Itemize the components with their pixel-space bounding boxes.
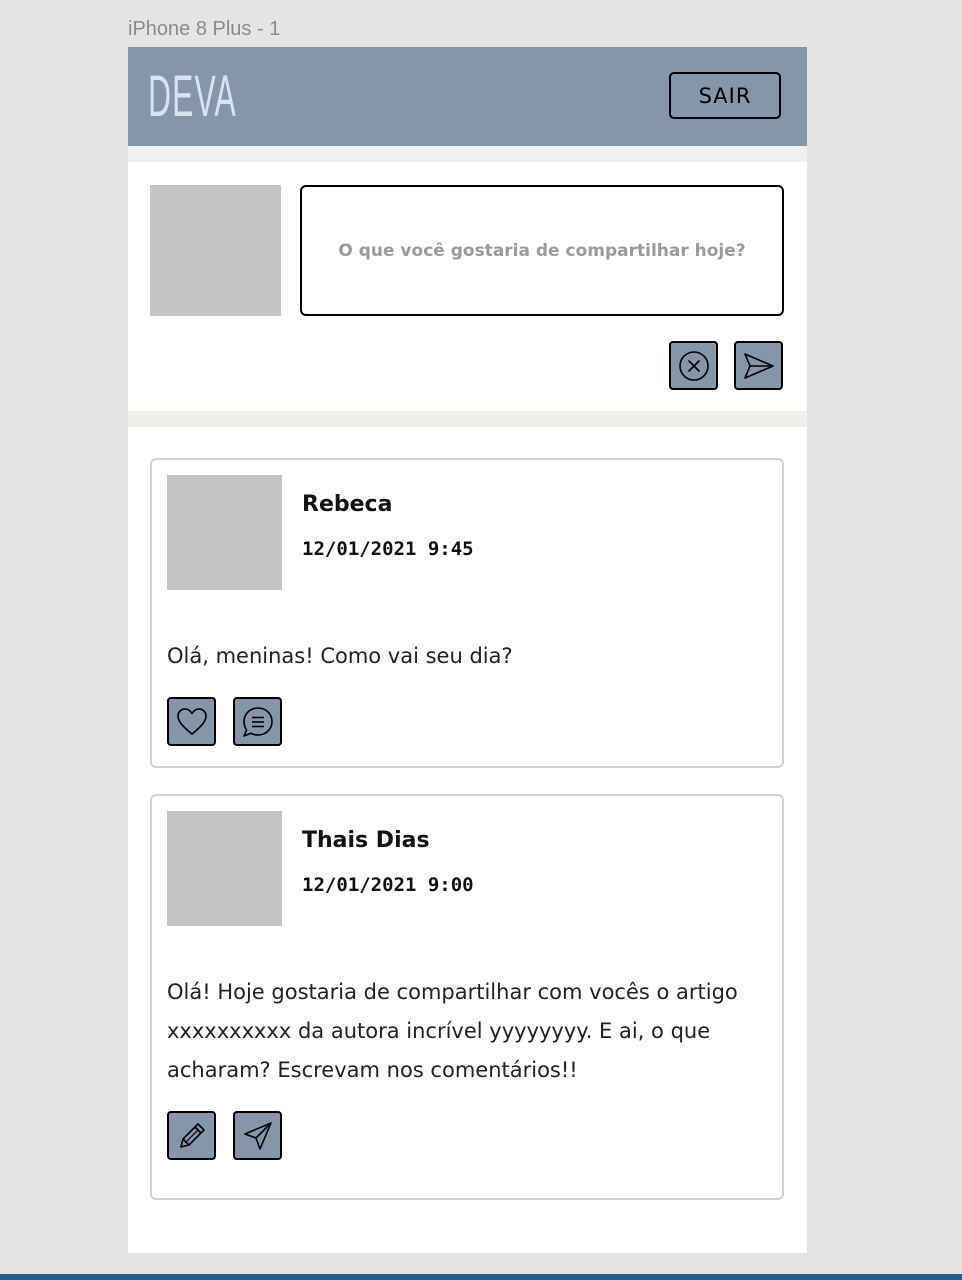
comment-button[interactable] xyxy=(233,697,282,746)
composer-input[interactable]: O que você gostaria de compartilhar hoje… xyxy=(300,185,784,316)
composer-avatar xyxy=(150,185,281,316)
window-bottom-bar xyxy=(0,1274,962,1280)
post-avatar xyxy=(167,475,282,590)
share-button[interactable] xyxy=(233,1111,282,1160)
logout-button[interactable]: SAIR xyxy=(669,72,781,119)
cancel-post-button[interactable] xyxy=(669,341,718,390)
share-send-icon xyxy=(243,1121,272,1150)
app-logo: DEVA xyxy=(148,64,237,129)
composer-separator xyxy=(128,411,807,427)
phone-screen: DEVA SAIR O que você gostaria de compart… xyxy=(128,47,807,1253)
post-card: Thais Dias 12/01/2021 9:00 Olá! Hoje gos… xyxy=(150,794,784,1200)
comment-icon xyxy=(242,706,273,737)
post-card: Rebeca 12/01/2021 9:45 Olá, meninas! Com… xyxy=(150,458,784,768)
post-timestamp: 12/01/2021 9:45 xyxy=(302,538,474,560)
post-text: Olá! Hoje gostaria de compartilhar com v… xyxy=(167,980,738,1082)
post-author: Thais Dias xyxy=(302,828,430,853)
pencil-icon xyxy=(179,1122,205,1148)
close-circle-icon xyxy=(678,350,709,381)
post-text: Olá, meninas! Como vai seu dia? xyxy=(167,644,513,668)
artboard-label: iPhone 8 Plus - 1 xyxy=(128,18,281,40)
heart-icon xyxy=(176,707,207,735)
post-author: Rebeca xyxy=(302,492,393,517)
post-avatar xyxy=(167,811,282,926)
app-header: DEVA SAIR xyxy=(128,47,807,146)
post-timestamp: 12/01/2021 9:00 xyxy=(302,874,474,896)
like-button[interactable] xyxy=(167,697,216,746)
header-separator xyxy=(128,146,807,162)
publish-post-button[interactable] xyxy=(734,341,783,390)
send-icon xyxy=(743,352,774,379)
edit-button[interactable] xyxy=(167,1111,216,1160)
